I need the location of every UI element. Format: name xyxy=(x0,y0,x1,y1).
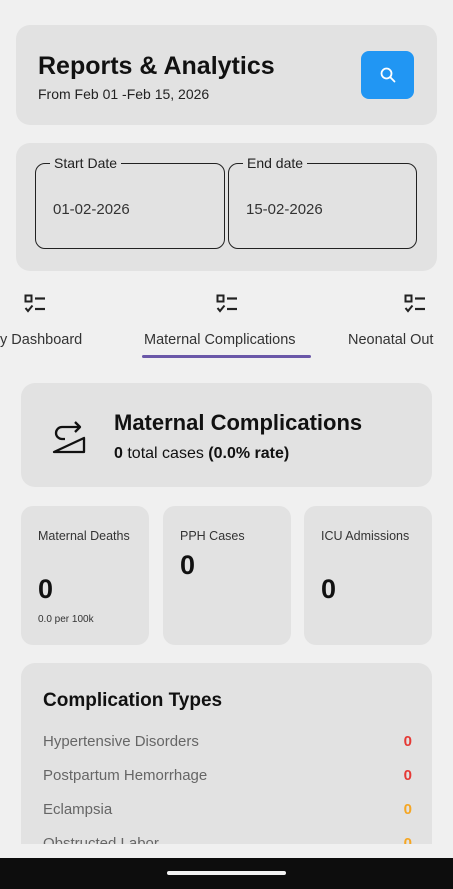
complication-name: Hypertensive Disorders xyxy=(43,733,199,750)
complication-name: Postpartum Hemorrhage xyxy=(43,767,208,784)
total-cases-label: total cases xyxy=(127,445,204,462)
list-check-icon xyxy=(404,294,425,313)
list-item: Eclampsia 0 xyxy=(43,801,412,823)
stat-value: 0 xyxy=(321,574,337,604)
date-range-card: Start Date 01-02-2026 End date 15-02-202… xyxy=(16,143,437,271)
header-card: Reports & Analytics From Feb 01 -Feb 15,… xyxy=(16,25,437,125)
list-check-icon xyxy=(24,294,45,313)
complication-count: 0 xyxy=(403,767,412,784)
total-cases-count: 0 xyxy=(114,445,123,462)
stat-value: 0 xyxy=(180,550,196,580)
tab-maternal-complications[interactable]: Maternal Complications xyxy=(142,290,312,360)
stat-label: PPH Cases xyxy=(180,529,245,543)
summary-total-line: 0 total cases (0.0% rate) xyxy=(114,445,289,463)
stat-note: 0.0 per 100k xyxy=(38,614,94,625)
complication-types-title: Complication Types xyxy=(43,690,223,711)
tab-neonatal-outcomes-label: Neonatal Out xyxy=(348,332,434,348)
tab-active-indicator xyxy=(142,355,311,358)
date-range-subtitle: From Feb 01 -Feb 15, 2026 xyxy=(38,86,210,102)
stat-card-pph-cases: PPH Cases 0 xyxy=(163,506,291,645)
search-icon xyxy=(380,67,395,83)
stat-value: 0 xyxy=(38,574,54,604)
complication-name: Eclampsia xyxy=(43,801,113,818)
tab-neonatal-outcomes[interactable]: Neonatal Out xyxy=(348,290,453,360)
tab-maternal-complications-label: Maternal Complications xyxy=(144,332,296,348)
route-icon xyxy=(52,421,86,454)
case-rate: (0.0% rate) xyxy=(208,445,290,462)
stat-label: Maternal Deaths xyxy=(38,529,130,543)
search-button[interactable] xyxy=(361,51,414,99)
list-item: Hypertensive Disorders 0 xyxy=(43,733,412,755)
end-date-value: 15-02-2026 xyxy=(246,201,323,218)
start-date-field[interactable]: Start Date 01-02-2026 xyxy=(35,155,225,249)
start-date-label: Start Date xyxy=(50,155,122,171)
end-date-label: End date xyxy=(243,155,308,171)
maternal-summary-card: Maternal Complications 0 total cases (0.… xyxy=(21,383,432,487)
tab-dashboard[interactable]: y Dashboard xyxy=(0,290,120,360)
end-date-field[interactable]: End date 15-02-2026 xyxy=(228,155,417,249)
scroll-clip-area xyxy=(0,844,453,858)
stat-label: ICU Admissions xyxy=(321,529,410,543)
stat-card-maternal-deaths: Maternal Deaths 0 0.0 per 100k xyxy=(21,506,149,645)
complication-count: 0 xyxy=(403,733,412,750)
start-date-value: 01-02-2026 xyxy=(53,201,130,218)
summary-title: Maternal Complications xyxy=(114,410,363,435)
tab-dashboard-label: y Dashboard xyxy=(0,332,83,348)
system-navigation-bar xyxy=(0,858,453,889)
stat-card-icu-admissions: ICU Admissions 0 xyxy=(304,506,432,645)
page-title: Reports & Analytics xyxy=(38,52,275,80)
complication-count: 0 xyxy=(403,801,412,818)
list-item: Postpartum Hemorrhage 0 xyxy=(43,767,412,789)
home-gesture-handle[interactable] xyxy=(167,871,286,875)
list-check-icon xyxy=(216,294,237,313)
report-tabs: y Dashboard Maternal Complications Neona… xyxy=(0,290,453,365)
